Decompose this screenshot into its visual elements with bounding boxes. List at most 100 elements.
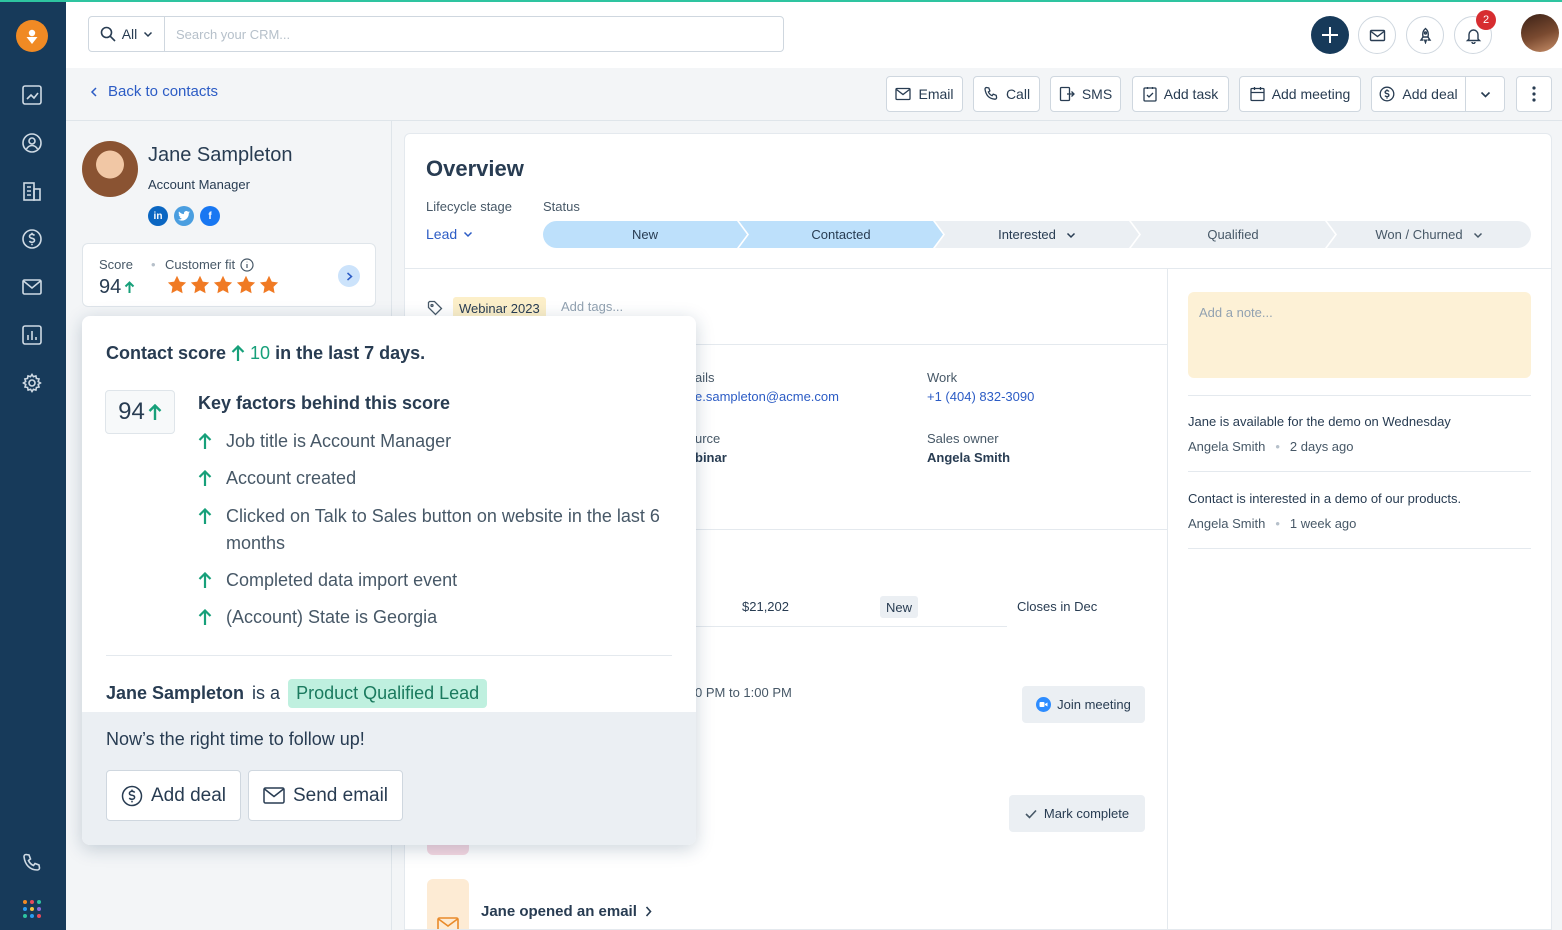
score-factor: Job title is Account Manager	[198, 428, 658, 455]
divider	[1188, 471, 1531, 472]
linkedin-icon[interactable]: in	[148, 206, 168, 226]
sms-button-label: SMS	[1081, 86, 1113, 102]
popover-footer: Now’s the right time to follow up! Add d…	[82, 712, 696, 845]
search-input[interactable]	[165, 17, 783, 51]
call-button[interactable]: Call	[973, 76, 1040, 112]
dashboard-icon[interactable]	[19, 82, 45, 108]
customer-fit-stars	[167, 275, 279, 294]
factor-text: Clicked on Talk to Sales button on websi…	[226, 506, 660, 553]
stage-interested[interactable]: Interested	[935, 221, 1139, 248]
whats-new-button[interactable]	[1406, 16, 1444, 54]
lifecycle-stage-dropdown[interactable]: Lead	[426, 226, 473, 242]
stage-new[interactable]: New	[543, 221, 747, 248]
stage-contacted[interactable]: Contacted	[739, 221, 943, 248]
more-actions-button[interactable]	[1516, 76, 1552, 112]
arrow-up-icon	[198, 433, 212, 449]
apps-grid-icon[interactable]	[19, 896, 45, 922]
reports-icon[interactable]	[19, 322, 45, 348]
divider	[106, 655, 672, 656]
arrow-up-icon	[148, 403, 162, 420]
deal-close-date: Closes in Dec	[1017, 599, 1098, 614]
emails-label: ails	[695, 370, 715, 385]
activity-email-opened[interactable]: Jane opened an email	[481, 903, 652, 920]
add-deal-dropdown-button[interactable]	[1465, 76, 1505, 112]
customer-fit: Customer fit	[165, 257, 254, 272]
add-deal-label: Add deal	[1402, 86, 1458, 102]
note-author: Angela Smith	[1188, 439, 1266, 454]
top-accent-line	[0, 0, 1562, 2]
factor-text: Job title is Account Manager	[226, 431, 452, 451]
contacts-icon[interactable]	[19, 130, 45, 156]
arrow-up-icon	[198, 572, 212, 588]
arrow-up-icon	[125, 281, 135, 293]
user-avatar[interactable]	[1521, 14, 1559, 52]
add-tags-input[interactable]: Add tags...	[561, 299, 623, 314]
send-email-button[interactable]: Send email	[248, 770, 403, 821]
pql-statement: Jane Sampleton is a Product Qualified Le…	[106, 679, 488, 708]
score-value: 94	[118, 398, 145, 425]
work-phone-link[interactable]: +1 (404) 832-3090	[927, 389, 1034, 404]
inbox-button[interactable]	[1358, 16, 1396, 54]
contact-avatar	[82, 141, 138, 197]
sales-owner-label: Sales owner	[927, 431, 999, 446]
note-meta: Angela Smith • 1 week ago	[1188, 516, 1356, 531]
star-icon	[259, 275, 279, 294]
arrow-up-icon	[198, 609, 212, 625]
add-meeting-button[interactable]: Add meeting	[1239, 76, 1361, 112]
lifecycle-stage-value: Lead	[426, 226, 458, 242]
divider	[695, 626, 1007, 627]
mail-icon	[895, 87, 912, 101]
back-to-contacts-link[interactable]: Back to contacts	[90, 83, 218, 100]
mark-complete-button[interactable]: Mark complete	[1009, 795, 1145, 832]
settings-gear-icon[interactable]	[19, 370, 45, 396]
pql-connector: is a	[252, 683, 281, 703]
arrow-up-icon	[231, 345, 245, 361]
contact-job-title: Account Manager	[148, 177, 250, 192]
divider	[1188, 395, 1531, 396]
pql-badge: Product Qualified Lead	[288, 679, 488, 708]
email-button[interactable]: Email	[886, 76, 963, 112]
stage-label: Contacted	[811, 227, 871, 242]
stage-won-churned[interactable]: Won / Churned	[1327, 221, 1531, 248]
add-note-input[interactable]: Add a note...	[1188, 292, 1531, 378]
app-logo-icon[interactable]	[16, 20, 48, 52]
email-value-link[interactable]: e.sampleton@acme.com	[695, 389, 839, 404]
work-phone-label: Work	[927, 370, 958, 385]
facebook-icon[interactable]: f	[200, 206, 220, 226]
chevron-right-icon	[346, 271, 353, 281]
separator-dot: •	[1275, 439, 1280, 454]
search-scope-dropdown[interactable]: All	[89, 17, 165, 51]
divider	[1167, 268, 1168, 929]
deals-icon[interactable]	[19, 226, 45, 252]
stage-qualified[interactable]: Qualified	[1131, 221, 1335, 248]
notifications-button[interactable]: 2	[1454, 10, 1496, 54]
sales-owner-value: Angela Smith	[927, 450, 1011, 465]
info-icon[interactable]	[240, 257, 254, 272]
lifecycle-stage-label: Lifecycle stage	[426, 199, 512, 214]
add-deal-button[interactable]: Add deal	[1371, 76, 1466, 112]
stage-label: New	[631, 227, 658, 242]
accounts-icon[interactable]	[19, 178, 45, 204]
star-icon	[167, 275, 187, 294]
rocket-icon	[1419, 27, 1431, 44]
sms-button[interactable]: SMS	[1050, 76, 1121, 112]
left-nav-rail	[0, 0, 66, 930]
mail-icon[interactable]	[19, 274, 45, 300]
global-search: All	[88, 16, 784, 52]
phone-icon[interactable]	[19, 850, 45, 876]
twitter-icon[interactable]	[174, 206, 194, 226]
add-task-button[interactable]: Add task	[1132, 76, 1229, 112]
add-deal-button[interactable]: Add deal	[106, 770, 241, 821]
key-factors-title: Key factors behind this score	[198, 393, 451, 413]
dollar-circle-icon	[121, 785, 143, 806]
bell-icon	[1465, 28, 1481, 44]
star-icon	[236, 275, 256, 294]
score-card[interactable]: Score • Customer fit 94	[82, 243, 376, 307]
join-meeting-button[interactable]: Join meeting	[1022, 686, 1145, 723]
contact-action-bar: Back to contacts Email Call SMS Add task…	[66, 68, 1562, 121]
score-details-button[interactable]	[338, 265, 360, 287]
note-author: Angela Smith	[1188, 516, 1266, 531]
deal-stage-badge: New	[880, 596, 919, 618]
quick-add-button[interactable]	[1311, 16, 1349, 54]
star-icon	[190, 275, 210, 294]
